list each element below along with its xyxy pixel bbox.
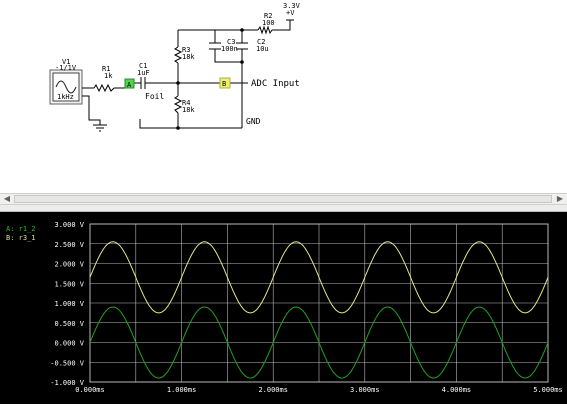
r2-value-label: 100 <box>262 19 275 27</box>
junction-node <box>176 126 180 130</box>
adc-input-label: ADC Input <box>251 79 300 89</box>
resistor-r4[interactable] <box>173 95 183 114</box>
schematic-canvas[interactable]: V1 -1/1V 1kHz R1 1k A C1 1uF Foil R3 18k… <box>0 0 567 193</box>
y-tick-label: 2.500 V <box>54 241 84 249</box>
v1-frequency-label: 1kHz <box>57 93 74 101</box>
junction-node <box>176 81 180 85</box>
r4-value-label: 18k <box>182 106 195 114</box>
probe-b-label: B <box>222 80 226 88</box>
y-tick-label: 0.500 V <box>54 320 84 328</box>
r1-value-label: 1k <box>104 72 113 80</box>
resistor-r3[interactable] <box>173 46 183 64</box>
resistor-r1[interactable] <box>93 83 115 93</box>
resistor-r2[interactable] <box>257 25 273 35</box>
circuit-diagram: V1 -1/1V 1kHz R1 1k A C1 1uF Foil R3 18k… <box>49 2 301 132</box>
y-tick-label: 2.000 V <box>54 261 84 269</box>
capacitor-c3[interactable] <box>209 42 221 50</box>
v1-amplitude-label: -1/1V <box>55 64 77 72</box>
x-tick-label: 1.000ms <box>167 386 197 394</box>
junction-node <box>240 60 244 64</box>
y-tick-label: 3.000 V <box>54 221 84 229</box>
y-tick-label: 1.500 V <box>54 280 84 288</box>
junction-node <box>240 28 244 32</box>
y-tick-label: 0.000 V <box>54 340 84 348</box>
gnd-net-label: GND <box>246 117 261 126</box>
x-tick-label: 5.000ms <box>533 386 563 394</box>
x-tick-label: 0.000ms <box>75 386 105 394</box>
oscilloscope-panel: A: r1_2 B: r3_1 3.000 V 2.500 V 2.000 V 1.5… <box>0 212 567 404</box>
x-tick-label: 2.000ms <box>258 386 288 394</box>
legend-trace-a: A: r1_2 <box>6 225 36 233</box>
legend-trace-b: B: r3_1 <box>6 234 36 242</box>
y-tick-label: -0.500 V <box>50 359 85 367</box>
foil-label: Foil <box>145 92 164 101</box>
scroll-right-icon[interactable]: ▶ <box>554 194 566 204</box>
supply-symbol-label: +V <box>286 9 295 17</box>
scroll-left-icon[interactable]: ◀ <box>1 194 13 204</box>
capacitor-c1[interactable] <box>140 77 149 89</box>
r3-value-label: 18k <box>182 53 195 61</box>
c3-value-label: 100n <box>221 45 238 53</box>
c2-value-label: 10u <box>256 45 269 53</box>
pane-splitter[interactable] <box>0 205 567 212</box>
x-tick-label: 4.000ms <box>442 386 472 394</box>
oscilloscope-plot: A: r1_2 B: r3_1 3.000 V 2.500 V 2.000 V 1.5… <box>6 221 563 394</box>
c1-value-label: 1uF <box>137 69 150 77</box>
y-tick-label: 1.000 V <box>54 300 84 308</box>
horizontal-scrollbar[interactable]: ◀ ▶ <box>0 193 567 205</box>
ground-icon <box>93 124 107 132</box>
scrollbar-thumb[interactable] <box>14 195 552 203</box>
x-tick-label: 3.000ms <box>350 386 380 394</box>
